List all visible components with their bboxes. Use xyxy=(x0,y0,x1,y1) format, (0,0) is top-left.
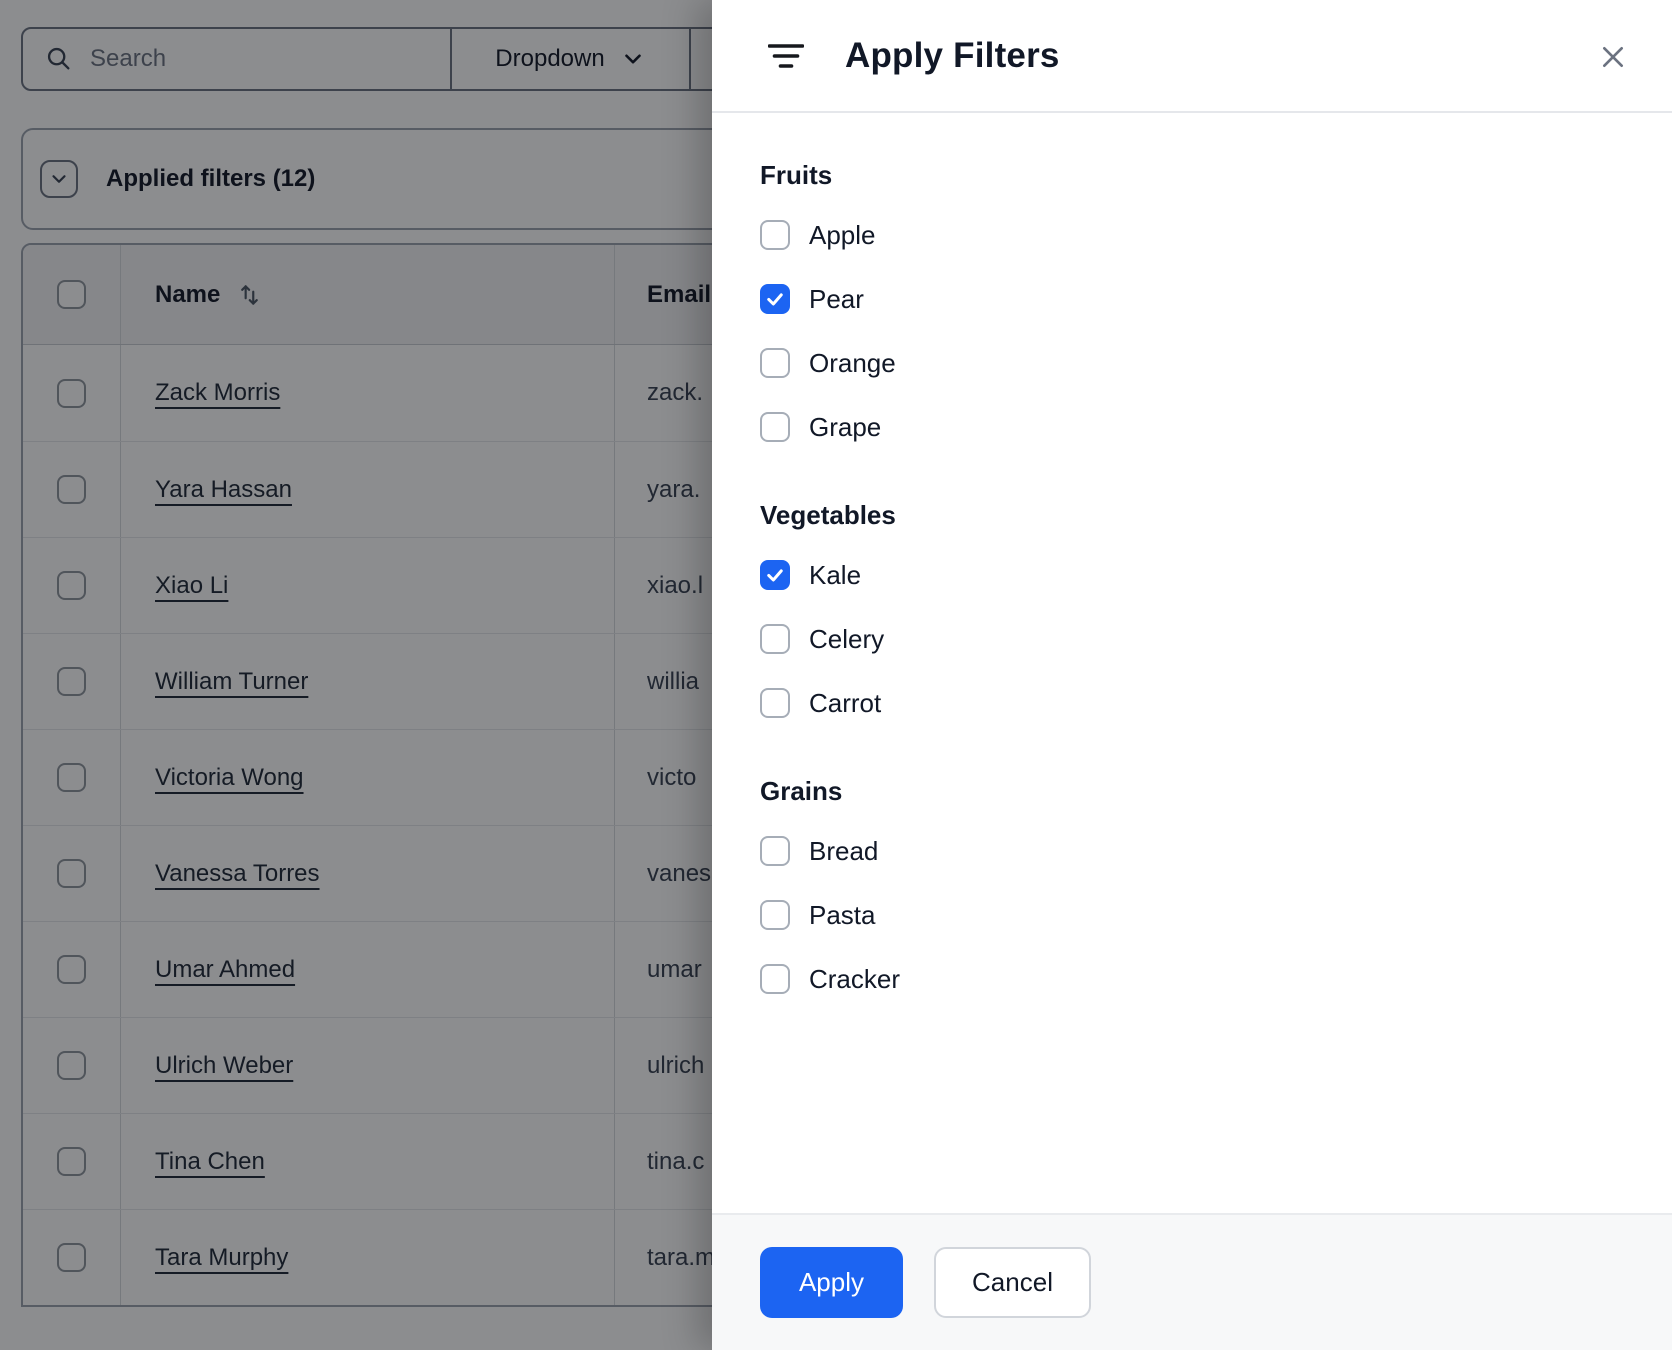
close-button[interactable] xyxy=(1596,40,1630,74)
checkbox-label[interactable]: Apple xyxy=(809,220,876,251)
checkbox[interactable] xyxy=(760,412,790,442)
checkbox[interactable] xyxy=(760,688,790,718)
checkbox[interactable] xyxy=(760,284,790,314)
checkbox-label[interactable]: Orange xyxy=(809,348,896,379)
checkbox[interactable] xyxy=(760,560,790,590)
filter-group-options: Bread Pasta Cracker xyxy=(760,819,1624,1011)
check-icon xyxy=(767,293,783,306)
filter-groups: Fruits Apple Pear Orange Grape Vegetable… xyxy=(712,113,1672,1213)
filter-option-row: Cracker xyxy=(760,947,1624,1011)
filter-option-row: Orange xyxy=(760,331,1624,395)
checkbox[interactable] xyxy=(760,220,790,250)
filter-icon xyxy=(768,43,804,69)
filter-option-row: Pear xyxy=(760,267,1624,331)
filter-option-row: Kale xyxy=(760,543,1624,607)
checkbox-label[interactable]: Cracker xyxy=(809,964,900,995)
filter-group: Vegetables Kale Celery Carrot xyxy=(760,497,1624,735)
filter-option-row: Carrot xyxy=(760,671,1624,735)
checkbox-label[interactable]: Kale xyxy=(809,560,861,591)
cancel-button[interactable]: Cancel xyxy=(934,1247,1091,1318)
checkbox-label[interactable]: Grape xyxy=(809,412,881,443)
check-icon xyxy=(767,569,783,582)
filter-group-heading: Fruits xyxy=(760,160,833,190)
filter-group-heading: Vegetables xyxy=(760,500,896,530)
checkbox-label[interactable]: Bread xyxy=(809,836,878,867)
checkbox-label[interactable]: Celery xyxy=(809,624,884,655)
filter-group: Grains Bread Pasta Cracker xyxy=(760,773,1624,1011)
filter-option-row: Pasta xyxy=(760,883,1624,947)
filter-group-heading: Grains xyxy=(760,776,843,806)
checkbox-label[interactable]: Pasta xyxy=(809,900,876,931)
panel-title: Apply Filters xyxy=(845,35,1060,75)
checkbox[interactable] xyxy=(760,624,790,654)
filter-option-row: Grape xyxy=(760,395,1624,459)
filter-group: Fruits Apple Pear Orange Grape xyxy=(760,157,1624,459)
panel-footer: Apply Cancel xyxy=(712,1213,1672,1350)
checkbox[interactable] xyxy=(760,900,790,930)
apply-button[interactable]: Apply xyxy=(760,1247,903,1318)
checkbox[interactable] xyxy=(760,964,790,994)
panel-header: Apply Filters xyxy=(712,0,1672,113)
close-icon xyxy=(1603,47,1623,67)
filter-group-options: Apple Pear Orange Grape xyxy=(760,203,1624,459)
filter-option-row: Bread xyxy=(760,819,1624,883)
filter-option-row: Celery xyxy=(760,607,1624,671)
checkbox-label[interactable]: Carrot xyxy=(809,688,881,719)
checkbox-label[interactable]: Pear xyxy=(809,284,864,315)
filter-panel: Apply Filters Fruits Apple Pear Orange G… xyxy=(712,0,1672,1350)
filter-group-options: Kale Celery Carrot xyxy=(760,543,1624,735)
checkbox[interactable] xyxy=(760,348,790,378)
filter-option-row: Apple xyxy=(760,203,1624,267)
checkbox[interactable] xyxy=(760,836,790,866)
